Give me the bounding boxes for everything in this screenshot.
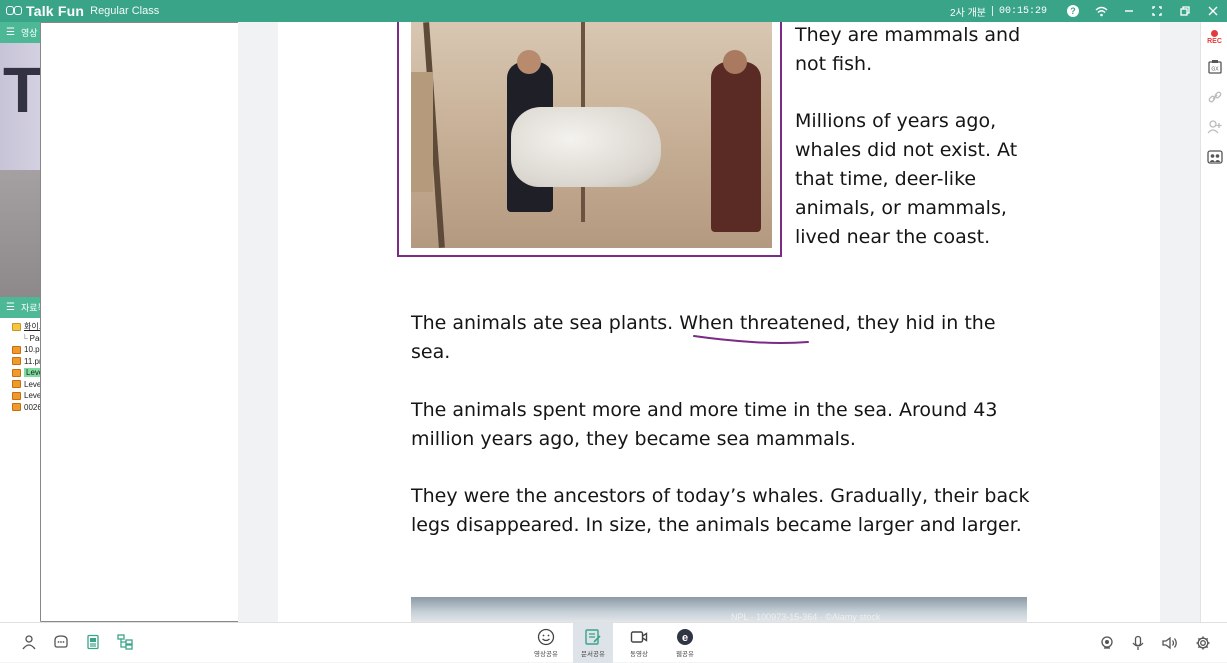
- user-icon[interactable]: [18, 631, 40, 653]
- record-button[interactable]: REC: [1201, 22, 1227, 52]
- menu-icon[interactable]: ☰: [6, 27, 15, 38]
- menu-icon[interactable]: ☰: [6, 302, 15, 313]
- folder-icon: [12, 322, 21, 331]
- file-list-item[interactable]: Page 1: [12, 22, 922, 622]
- text-ancestors: They were the ancestors of today’s whale…: [411, 485, 1030, 536]
- image-icon: [12, 357, 21, 366]
- image-icon: [12, 380, 21, 389]
- doc-share-icon: [585, 629, 601, 645]
- tool-doc-share[interactable]: 문서공유: [573, 623, 613, 663]
- document-icon[interactable]: [82, 631, 104, 653]
- divider: [991, 6, 993, 16]
- web-icon: e: [677, 629, 693, 645]
- add-user-icon: [1207, 120, 1221, 134]
- group-icon: [1206, 150, 1223, 164]
- restore-button[interactable]: [1171, 0, 1199, 22]
- image-icon: [12, 345, 21, 354]
- tool-screen-share[interactable]: 영상공유: [526, 623, 566, 663]
- class-type: Regular Class: [90, 5, 160, 17]
- minimize-button[interactable]: [1115, 0, 1143, 22]
- image-icon: [12, 391, 21, 400]
- app-name: Talk Fun: [26, 3, 85, 19]
- photo-frame: [397, 22, 782, 257]
- group-button[interactable]: [1201, 142, 1227, 172]
- text-millions: Millions of years ago, whales did not ex…: [795, 110, 1018, 248]
- camera-icon[interactable]: [1096, 632, 1118, 654]
- wifi-icon: [1095, 6, 1107, 16]
- mic-icon[interactable]: [1127, 632, 1149, 654]
- bottom-toolbar: 영상공유 문서공유 동영상 e 웹공유: [0, 622, 1227, 663]
- rec-label: REC: [1207, 37, 1222, 45]
- add-user-button[interactable]: [1201, 112, 1227, 142]
- pen-underline-annotation: [693, 335, 809, 344]
- iceberg-photo: NPL · 100973-15-364 · ©Alamy stock: [411, 597, 1027, 622]
- speaker-icon[interactable]: [1159, 632, 1181, 654]
- screenshot-button[interactable]: GX: [1201, 52, 1227, 82]
- talkfun-logo-icon: [6, 5, 22, 17]
- video-panel-title: 영상: [20, 28, 38, 38]
- rec-icon: REC: [1207, 29, 1222, 45]
- right-toolbar: REC GX: [1200, 22, 1227, 622]
- minimize-icon: [1125, 10, 1133, 12]
- settings-icon[interactable]: [1192, 632, 1214, 654]
- tool-video[interactable]: 동영상: [619, 623, 659, 663]
- svg-text:e: e: [682, 632, 688, 644]
- network-button[interactable]: [1087, 0, 1115, 22]
- structure-icon[interactable]: [114, 631, 136, 653]
- image-icon: [12, 368, 21, 377]
- class-timer: 00:15:29: [998, 5, 1047, 17]
- photo-credit: NPL · 100973-15-364 · ©Alamy stock: [731, 612, 881, 622]
- title-bar: Talk Fun Regular Class 2사 개분 00:15:29 ?: [0, 0, 1227, 22]
- fullscreen-icon: [1152, 6, 1162, 16]
- app-logo: Talk Fun Regular Class: [6, 3, 159, 19]
- file-list: 화이트보드Page 110.png11.pngLevel2_Aug29_2023…: [0, 22, 922, 622]
- tool-web-share[interactable]: e 웹공유: [665, 623, 705, 663]
- tool-label: 문서공유: [581, 651, 605, 658]
- image-icon: [12, 403, 21, 412]
- video-icon: [630, 631, 648, 643]
- chat-icon[interactable]: [50, 631, 72, 653]
- close-button[interactable]: [1199, 0, 1227, 22]
- close-icon: [1208, 6, 1218, 16]
- help-button[interactable]: ?: [1059, 0, 1087, 22]
- document-area[interactable]: They are mammals and not fish. Millions …: [238, 22, 1200, 622]
- fossil-photo: [411, 22, 772, 248]
- link-button[interactable]: [1201, 82, 1227, 112]
- text-mammals: They are mammals and not fish.: [795, 24, 1021, 75]
- document-page[interactable]: They are mammals and not fish. Millions …: [278, 22, 1160, 622]
- svg-text:GX: GX: [1211, 67, 1219, 73]
- link-icon: [1208, 91, 1221, 103]
- screenshot-icon: GX: [1207, 60, 1222, 74]
- tool-label: 웹공유: [676, 651, 694, 658]
- smile-icon: [537, 628, 555, 646]
- fullscreen-button[interactable]: [1143, 0, 1171, 22]
- restore-icon: [1180, 6, 1190, 16]
- text-more-time: The animals spent more and more time in …: [411, 399, 998, 450]
- connection-status: 2사 개분: [950, 7, 986, 19]
- tool-label: 동영상: [630, 651, 648, 658]
- tool-label: 영상공유: [534, 651, 558, 658]
- help-icon: ?: [1067, 5, 1079, 17]
- left-panel: ☰ 영상 ⧉ ✕ TF Fu ☰ 자료목록 ⧉ ✕ 화이트보드Page 110.…: [0, 22, 922, 622]
